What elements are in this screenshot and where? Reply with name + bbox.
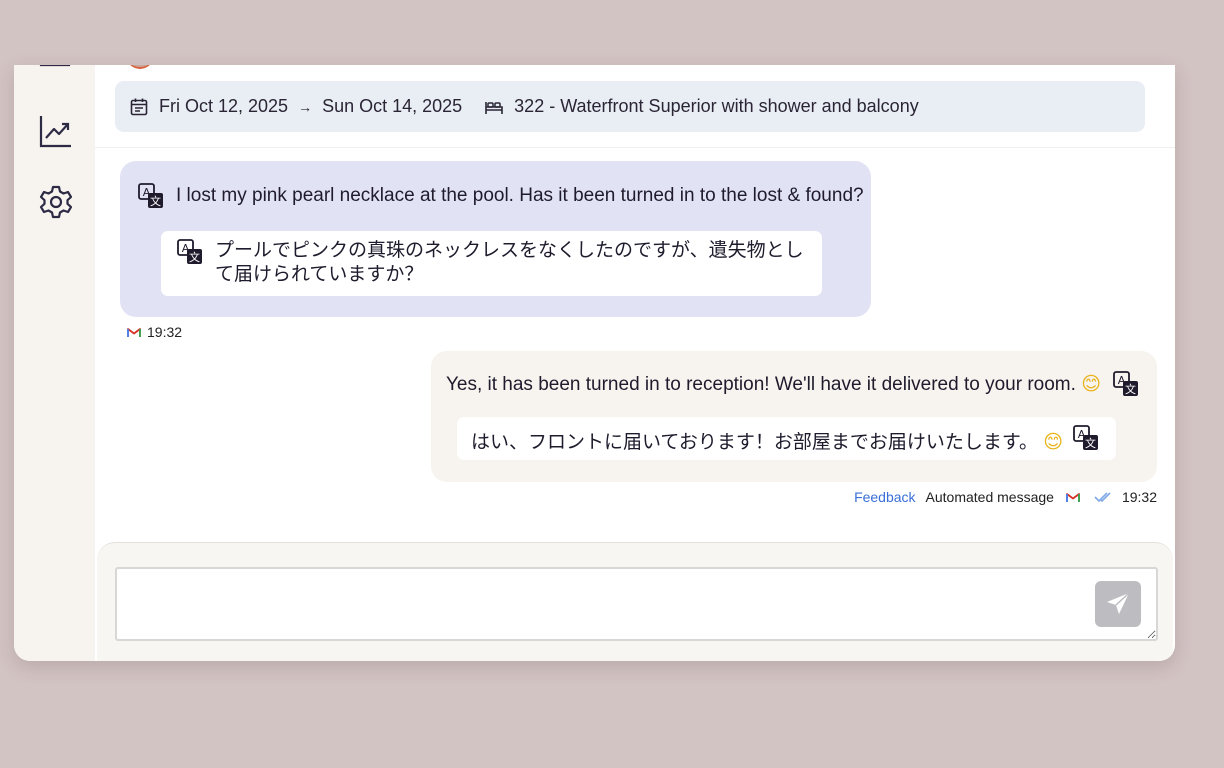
gmail-icon bbox=[1065, 491, 1080, 503]
stay-details-bar: Fri Oct 12, 2025 → Sun Oct 14, 2025 322 … bbox=[115, 81, 1145, 132]
incoming-message-text: I lost my pink pearl necklace at the poo… bbox=[176, 185, 864, 206]
check-in-date: Fri Oct 12, 2025 bbox=[159, 96, 289, 116]
bed-icon bbox=[484, 97, 504, 117]
paper-plane-icon bbox=[1105, 591, 1131, 617]
date-arrow: → bbox=[298, 98, 313, 115]
smile-emoji: 😊 bbox=[1081, 372, 1101, 395]
inbox-icon[interactable] bbox=[38, 65, 72, 73]
conversation-panel: Fri Oct 12, 2025 → Sun Oct 14, 2025 322 … bbox=[95, 65, 1175, 661]
automated-message-label: Automated message bbox=[925, 489, 1054, 505]
svg-text:文: 文 bbox=[1085, 436, 1096, 450]
gmail-icon bbox=[127, 326, 141, 338]
room-name: 322 - Waterfront Superior with shower an… bbox=[514, 96, 919, 116]
message-composer bbox=[97, 542, 1173, 661]
outgoing-translation-text: はい、フロントに届いております！お部屋までお届けいたします。 😊 bbox=[471, 431, 1064, 453]
outgoing-message: Yes, it has been turned in to reception!… bbox=[431, 351, 1157, 482]
calendar-icon bbox=[129, 97, 149, 117]
message-time: 19:32 bbox=[1121, 489, 1157, 505]
feedback-link[interactable]: Feedback bbox=[854, 489, 915, 505]
sidebar bbox=[14, 65, 95, 661]
message-input[interactable] bbox=[115, 567, 1158, 641]
chart-icon[interactable] bbox=[38, 113, 74, 149]
translate-icon[interactable]: A文 bbox=[177, 239, 203, 265]
divider bbox=[95, 147, 1175, 148]
app-window: Fri Oct 12, 2025 → Sun Oct 14, 2025 322 … bbox=[14, 65, 1175, 661]
incoming-message: A文 I lost my pink pearl necklace at the … bbox=[120, 161, 871, 317]
avatar[interactable] bbox=[126, 65, 154, 69]
gear-icon[interactable] bbox=[38, 184, 74, 220]
outgoing-translation: はい、フロントに届いております！お部屋までお届けいたします。 😊 A文 bbox=[457, 417, 1116, 460]
svg-text:文: 文 bbox=[189, 250, 200, 264]
message-time: 19:32 bbox=[147, 324, 183, 340]
outgoing-message-meta: Feedback Automated message 19:32 bbox=[854, 489, 1157, 505]
translate-icon[interactable]: A文 bbox=[138, 183, 164, 209]
incoming-translation: A文 プールでピンクの真珠のネックレスをなくしたのですが、遺失物として届けられて… bbox=[161, 231, 822, 296]
incoming-translation-text: プールでピンクの真珠のネックレスをなくしたのですが、遺失物として届けられています… bbox=[215, 240, 804, 285]
svg-text:文: 文 bbox=[150, 194, 161, 208]
translate-icon[interactable]: A文 bbox=[1073, 425, 1099, 451]
translate-icon[interactable]: A文 bbox=[1113, 371, 1139, 397]
double-check-icon bbox=[1094, 491, 1114, 503]
check-out-date: Sun Oct 14, 2025 bbox=[322, 96, 463, 116]
svg-text:文: 文 bbox=[1125, 382, 1136, 396]
outgoing-message-text: Yes, it has been turned in to reception!… bbox=[445, 372, 1101, 395]
smile-emoji: 😊 bbox=[1043, 431, 1064, 453]
incoming-message-meta: 19:32 bbox=[127, 324, 182, 340]
send-button[interactable] bbox=[1095, 581, 1141, 627]
